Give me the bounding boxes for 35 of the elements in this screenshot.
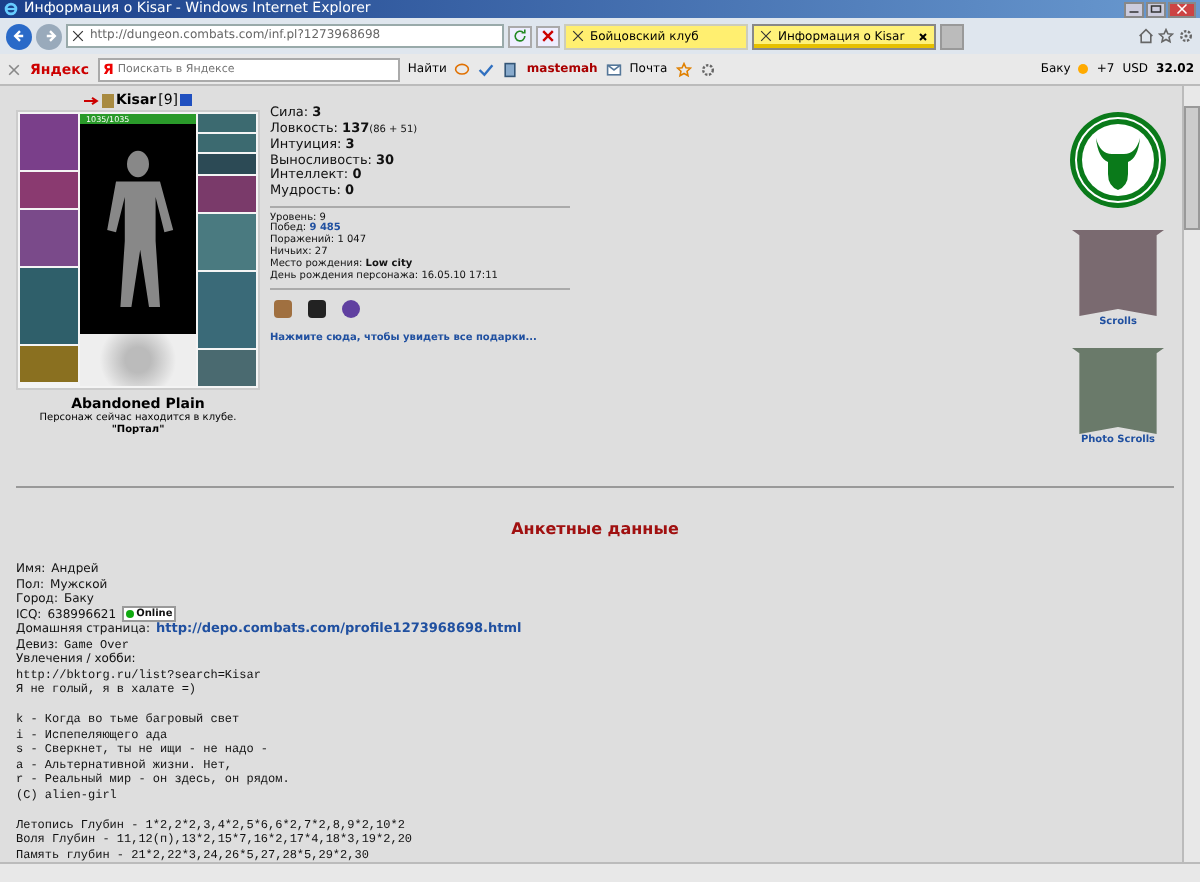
forward-button[interactable]: [36, 23, 62, 49]
maximize-icon: [1150, 4, 1162, 14]
info-icon[interactable]: [180, 94, 193, 106]
stop-button[interactable]: [536, 25, 560, 47]
close-button[interactable]: [1168, 1, 1196, 17]
section-heading: Анкетные данные: [509, 520, 681, 538]
envelope-icon[interactable]: [605, 61, 622, 77]
speech-bubble-icon[interactable]: [454, 61, 471, 77]
vertical-scrollbar[interactable]: [1182, 86, 1200, 862]
horizontal-scrollbar[interactable]: [0, 862, 1200, 882]
refresh-icon: [512, 28, 528, 44]
document-icon[interactable]: [502, 61, 519, 77]
browser-logo-icon: [4, 2, 18, 16]
minimize-button[interactable]: [1124, 1, 1144, 17]
back-arrow-icon: [11, 28, 27, 44]
close-icon[interactable]: [6, 61, 22, 77]
sun-icon: [1078, 64, 1089, 74]
refresh-button[interactable]: [508, 25, 532, 47]
new-tab-button[interactable]: [940, 23, 964, 49]
stop-icon: [540, 28, 556, 44]
gear-icon[interactable]: [699, 61, 716, 77]
back-button[interactable]: [6, 23, 32, 49]
star-icon[interactable]: [675, 61, 692, 77]
arrow-icon: [83, 95, 100, 105]
close-icon: [1176, 4, 1188, 14]
emblem-drawing: [80, 334, 196, 386]
home-icon[interactable]: [1138, 28, 1154, 44]
bull-logo-icon[interactable]: [1068, 110, 1168, 210]
close-tab-icon[interactable]: [918, 31, 928, 41]
forward-arrow-icon: [41, 28, 57, 44]
check-icon[interactable]: [478, 61, 495, 77]
maximize-button[interactable]: [1146, 1, 1166, 17]
emblem-icon: [101, 93, 114, 107]
settings-icon[interactable]: [1178, 28, 1194, 44]
star-icon[interactable]: [1158, 28, 1174, 44]
